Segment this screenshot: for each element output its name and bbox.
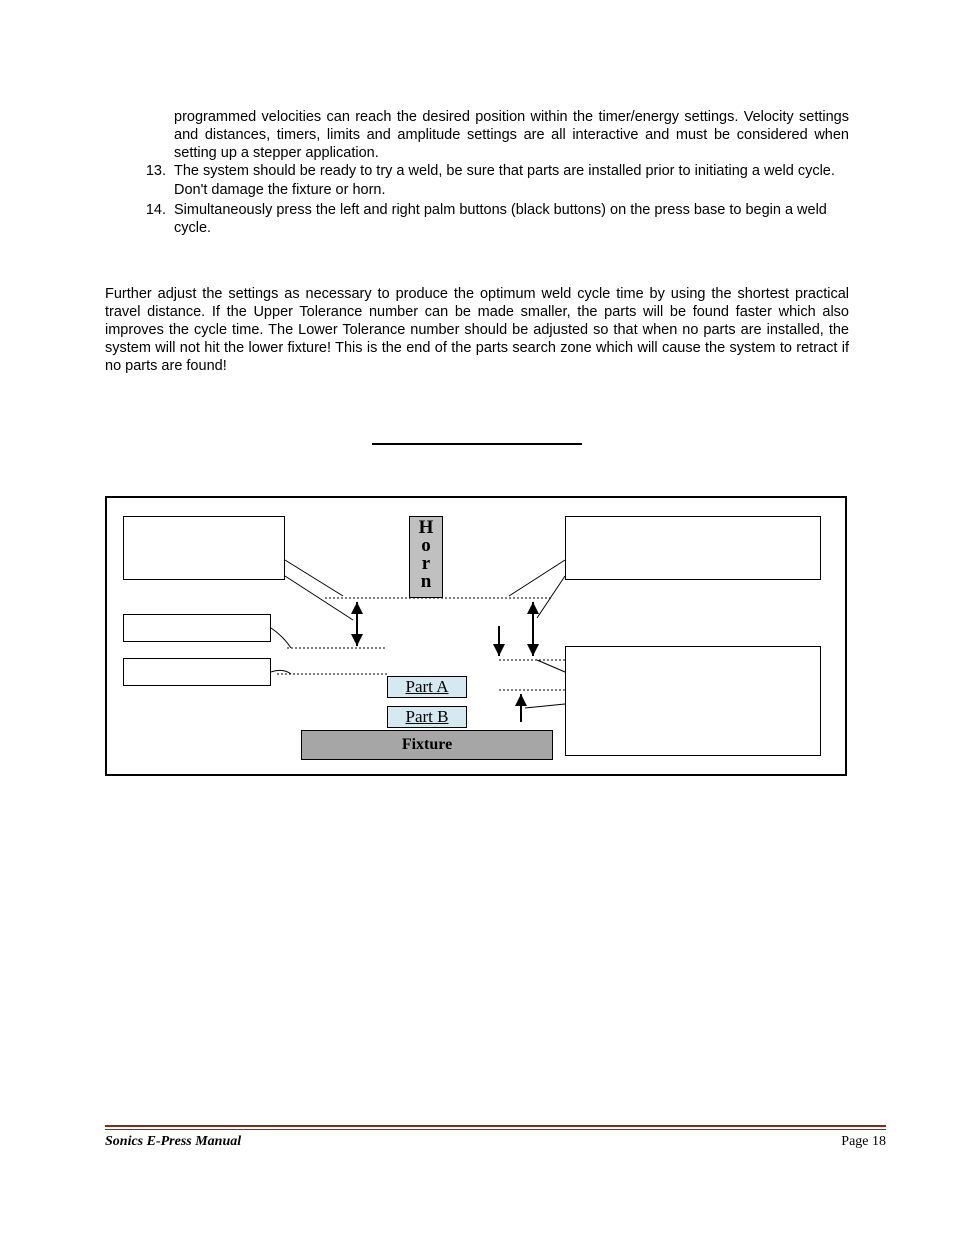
section-divider-wrap xyxy=(105,432,849,450)
content-area: programmed velocities can reach the desi… xyxy=(105,0,849,776)
part-b-box: Part B xyxy=(387,706,467,728)
page-footer: Sonics E-Press Manual Page 18 xyxy=(105,1125,886,1150)
footer-title: Sonics E-Press Manual xyxy=(105,1134,241,1150)
callout-box-mid-left-b xyxy=(123,658,271,686)
horn-box: Horn xyxy=(409,516,443,598)
callout-box-right xyxy=(565,646,821,756)
fixture-box: Fixture xyxy=(301,730,553,760)
callout-box-top-left xyxy=(123,516,285,580)
footer-rule xyxy=(105,1125,886,1130)
body-paragraph: Further adjust the settings as necessary… xyxy=(105,285,849,376)
ordered-list: The system should be ready to try a weld… xyxy=(105,162,849,237)
part-a-box: Part A xyxy=(387,676,467,698)
footer-page: Page 18 xyxy=(841,1134,886,1150)
diagram-frame: Horn Part A Part B Fixture xyxy=(105,496,847,776)
list-item-13: The system should be ready to try a weld… xyxy=(170,162,849,198)
callout-box-mid-left-a xyxy=(123,614,271,642)
page: programmed velocities can reach the desi… xyxy=(0,0,954,1235)
callout-box-top-right xyxy=(565,516,821,580)
list-item-14: Simultaneously press the left and right … xyxy=(170,201,849,237)
section-divider xyxy=(372,443,582,445)
list-item-continuation: programmed velocities can reach the desi… xyxy=(174,108,849,162)
